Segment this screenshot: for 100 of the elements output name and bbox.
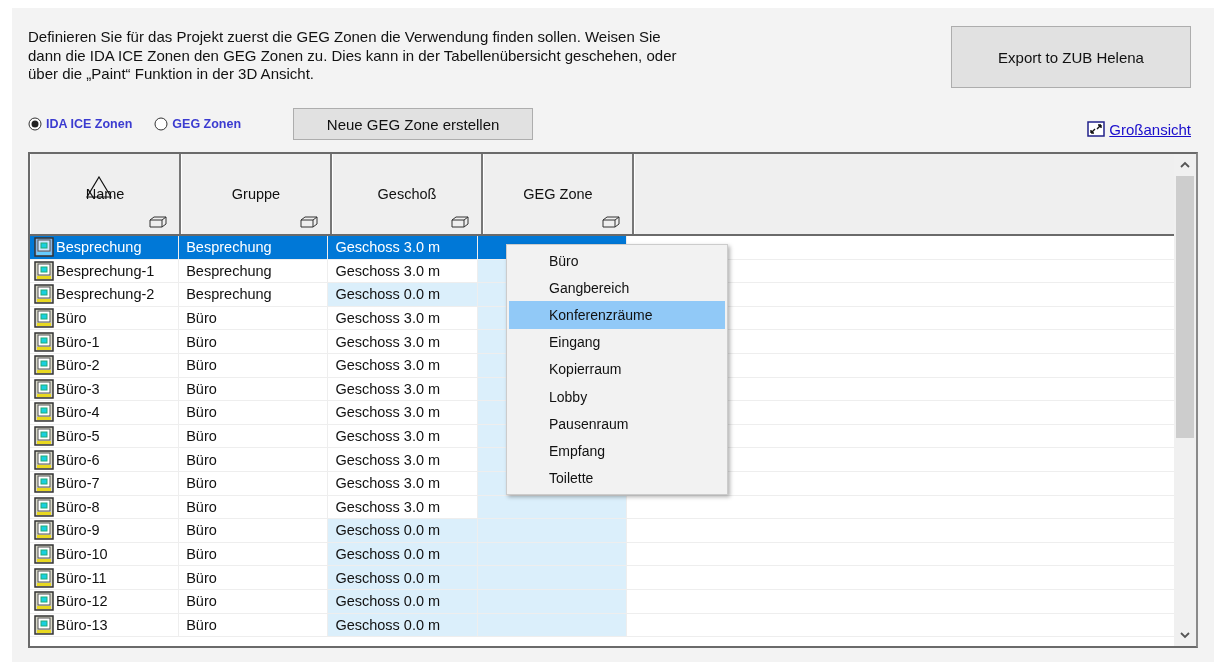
zone-name: Besprechung [56, 239, 142, 256]
table-cell: Besprechung [179, 259, 329, 283]
menu-item[interactable]: Pausenraum [509, 410, 725, 438]
zone-icon [34, 260, 54, 281]
table-cell: Geschoss 0.0 m [328, 613, 478, 637]
table-cell: Geschoss 0.0 m [328, 589, 478, 613]
table-cell: Geschoss 3.0 m [328, 424, 478, 448]
zone-cell[interactable] [477, 566, 627, 589]
table-row[interactable]: Büro-11 Büro Geschoss 0.0 m [30, 566, 1174, 590]
column-options-icon[interactable] [602, 216, 620, 228]
table-cell: Geschoss 3.0 m [328, 377, 478, 401]
table-cell: Geschoss 3.0 m [328, 330, 478, 353]
zone-name: Büro-6 [56, 451, 100, 468]
table-cell: Büro [179, 330, 329, 353]
scrollbar[interactable] [1174, 154, 1196, 646]
table-row[interactable]: Büro-13 Büro Geschoss 0.0 m [30, 613, 1174, 638]
zone-icon [34, 237, 54, 258]
radio-icon[interactable] [154, 117, 169, 131]
table-cell: Geschoss 3.0 m [328, 306, 478, 330]
zone-icon [34, 591, 54, 612]
zone-name: Büro-9 [56, 522, 100, 539]
table-cell: Büro [179, 471, 329, 495]
table-cell: Geschoss 0.0 m [328, 519, 478, 542]
menu-item[interactable]: Toilette [509, 464, 725, 492]
menu-item[interactable]: Eingang [509, 328, 725, 356]
menu-item[interactable]: Empfang [509, 437, 725, 465]
zone-icon [34, 331, 54, 352]
column-header[interactable]: Gruppe [181, 154, 332, 234]
table-cell: Büro [179, 377, 329, 401]
table-cell: Geschoss 3.0 m [328, 401, 478, 424]
table-cell: Geschoss 0.0 m [328, 542, 478, 566]
table-cell: Geschoss 3.0 m [328, 353, 478, 377]
zone-name: Besprechung-2 [56, 286, 155, 303]
zone-cell[interactable] [477, 542, 627, 566]
zone-cell[interactable] [477, 495, 627, 519]
zone-name: Büro-2 [56, 357, 100, 374]
zone-name: Büro-4 [56, 404, 100, 421]
zone-icon [34, 473, 54, 494]
table-row[interactable]: Büro-12 Büro Geschoss 0.0 m [30, 589, 1174, 614]
zone-name: Büro-5 [56, 428, 100, 445]
zone-icon [34, 544, 54, 564]
zone-icon [34, 496, 54, 517]
create-zone-button[interactable]: Neue GEG Zone erstellen [293, 108, 534, 140]
zone-icon [34, 426, 54, 447]
zone-icon [34, 402, 54, 423]
table-row[interactable]: Büro-9 Büro Geschoss 0.0 m [30, 519, 1174, 543]
column-header[interactable]: Geschoß [332, 154, 483, 234]
table-cell: Büro [179, 401, 329, 424]
enlarge-link[interactable]: Großansicht [1087, 120, 1191, 138]
table-cell: Büro [179, 306, 329, 330]
table-cell: Geschoss 0.0 m [328, 566, 478, 589]
radio-icon[interactable] [28, 117, 42, 131]
menu-item[interactable]: Gangbereich [509, 274, 725, 302]
scroll-thumb[interactable] [1176, 176, 1194, 438]
table-cell: Geschoss 3.0 m [328, 448, 478, 471]
zone-icon [34, 449, 54, 470]
zone-name: Büro-13 [56, 616, 108, 633]
zone-cell[interactable] [477, 589, 627, 613]
zone-icon [34, 567, 54, 588]
zone-name: Büro-7 [56, 475, 100, 492]
table-row[interactable]: Büro-10 Büro Geschoss 0.0 m [30, 542, 1174, 567]
zone-name: Büro-8 [56, 498, 100, 515]
table-cell: Büro [179, 495, 329, 519]
table-cell: Geschoss 0.0 m [328, 283, 478, 306]
view-radio[interactable]: GEG Zonen [154, 117, 242, 131]
table-cell: Büro [179, 353, 329, 377]
zone-icon [34, 284, 54, 305]
zone-name: Besprechung-1 [56, 262, 155, 279]
instructions-text: Definieren Sie für das Projekt zuerst die GEG Zonen die Verwendung finden sollen. Weisen Sie dann die IDA ICE Zonen den GEG Zonen zu. Dies kann in der Tabellenübersicht geschehen, oder über die „Paint“ Funktion in der 3D Ansicht. [28, 28, 678, 84]
menu-item[interactable]: Büro [509, 247, 725, 275]
table-cell: Geschoss 3.0 m [328, 259, 478, 283]
zone-name: Büro-3 [56, 380, 100, 397]
zone-name: Büro-10 [56, 546, 108, 562]
view-radio[interactable]: IDA ICE Zonen [28, 117, 133, 131]
zone-icon [34, 614, 54, 635]
column-options-icon[interactable] [451, 216, 469, 228]
table-cell: Besprechung [179, 236, 329, 259]
zone-name: Büro-11 [56, 569, 107, 586]
menu-item[interactable]: Lobby [509, 382, 725, 411]
column-options-icon[interactable] [149, 216, 167, 228]
zone-icon [34, 308, 54, 329]
zone-name: Büro-12 [56, 593, 108, 610]
table-cell: Büro [179, 448, 329, 471]
table-cell: Geschoss 3.0 m [328, 495, 478, 519]
column-options-icon[interactable] [300, 216, 318, 228]
zone-cell[interactable] [477, 613, 627, 637]
export-button[interactable]: Export to ZUB Helena [951, 26, 1191, 88]
table-cell: Geschoss 3.0 m [328, 236, 478, 259]
zone-cell[interactable] [477, 519, 627, 542]
expand-icon [1087, 121, 1106, 137]
zone-icon [34, 520, 54, 541]
column-header[interactable]: Name [30, 154, 181, 234]
scroll-down-icon[interactable] [1179, 630, 1191, 640]
column-header[interactable]: GEG Zone [483, 154, 634, 234]
menu-item[interactable]: Kopierraum [509, 355, 725, 383]
table-row[interactable]: Büro-8 Büro Geschoss 3.0 m [30, 495, 1174, 520]
table-cell: Geschoss 3.0 m [328, 471, 478, 495]
scroll-up-icon[interactable] [1179, 160, 1191, 170]
menu-item[interactable]: Konferenzräume [509, 301, 725, 329]
zone-name: Büro [56, 310, 87, 327]
